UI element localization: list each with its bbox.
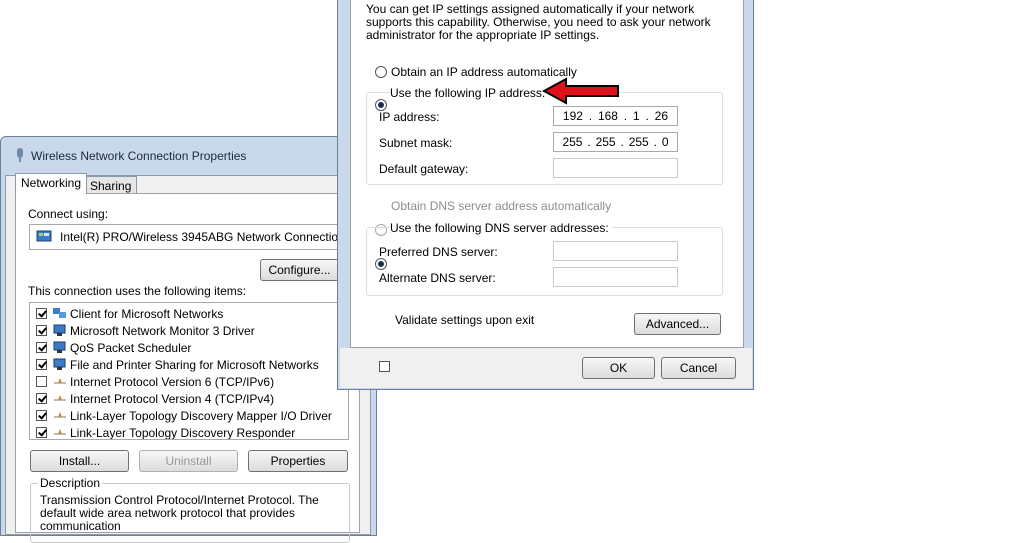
description-label: Description	[38, 476, 103, 490]
install-button[interactable]: Install...	[30, 450, 129, 472]
ip-octet: 192	[562, 109, 583, 123]
item-label: Internet Protocol Version 6 (TCP/IPv6)	[70, 374, 275, 389]
cancel-button[interactable]: Cancel	[661, 357, 736, 379]
alternate-dns-label: Alternate DNS server:	[379, 271, 496, 285]
subnet-mask-label: Subnet mask:	[379, 136, 453, 150]
list-item[interactable]: Internet Protocol Version 4 (TCP/IPv4)	[36, 390, 346, 407]
network-service-icon	[53, 358, 66, 370]
items-label: This connection uses the following items…	[28, 284, 247, 298]
ip-dot: .	[645, 109, 649, 123]
mask-octet: 255	[595, 135, 616, 149]
window-title: Wireless Network Connection Properties	[31, 149, 247, 163]
item-checkbox[interactable]	[36, 393, 47, 404]
default-gateway-input[interactable]	[553, 158, 678, 178]
item-label: Link-Layer Topology Discovery Responder	[70, 425, 296, 440]
item-checkbox[interactable]	[36, 410, 47, 421]
item-checkbox[interactable]	[36, 427, 47, 438]
obtain-dns-auto-label[interactable]: Obtain DNS server address automatically	[391, 199, 611, 213]
adapter-name: Intel(R) PRO/Wireless 3945ABG Network Co…	[60, 230, 345, 244]
ip-dot: .	[588, 109, 593, 123]
network-adapter-icon	[17, 148, 23, 162]
ip-octet: 26	[654, 109, 669, 123]
item-checkbox[interactable]	[36, 376, 47, 387]
validate-label[interactable]: Validate settings upon exit	[395, 313, 534, 327]
use-following-dns-radio[interactable]	[375, 258, 387, 270]
mask-octet: 255	[562, 135, 583, 149]
tab-networking[interactable]: Networking	[15, 173, 88, 194]
item-label: File and Printer Sharing for Microsoft N…	[70, 357, 319, 372]
mask-octet: 255	[628, 135, 649, 149]
protocol-icon	[54, 412, 66, 418]
item-label: QoS Packet Scheduler	[70, 340, 192, 355]
preferred-dns-input[interactable]	[553, 241, 678, 261]
alternate-dns-input[interactable]	[553, 267, 678, 287]
protocol-icon	[54, 429, 66, 435]
use-following-dns-label[interactable]: Use the following DNS server addresses:	[390, 221, 612, 235]
obtain-ip-auto-radio[interactable]	[375, 66, 387, 78]
description-text: Transmission Control Protocol/Internet P…	[40, 493, 319, 533]
ip-address-input[interactable]: 192. 168. 1. 26	[553, 106, 678, 126]
red-arrow-icon	[542, 77, 619, 105]
item-checkbox[interactable]	[36, 308, 47, 319]
item-label: Link-Layer Topology Discovery Mapper I/O…	[70, 408, 332, 423]
validate-checkbox[interactable]	[379, 361, 390, 372]
network-service-icon	[53, 324, 66, 336]
components-list[interactable]: Client for Microsoft Networks Microsoft …	[29, 302, 349, 440]
ok-button[interactable]: OK	[582, 357, 655, 379]
configure-button[interactable]: Configure...	[260, 259, 339, 281]
list-item[interactable]: QoS Packet Scheduler	[36, 339, 346, 356]
list-item[interactable]: Client for Microsoft Networks	[36, 305, 346, 322]
ip-dot: .	[587, 135, 591, 149]
list-item[interactable]: Internet Protocol Version 6 (TCP/IPv6)	[36, 373, 346, 390]
subnet-mask-input[interactable]: 255. 255. 255. 0	[553, 132, 678, 152]
network-card-icon	[36, 230, 52, 242]
ip-octet: 1	[632, 109, 640, 123]
ip-dot: .	[620, 135, 624, 149]
connect-using-label: Connect using:	[28, 207, 109, 221]
use-following-ip-label[interactable]: Use the following IP address:	[390, 86, 549, 100]
advanced-button[interactable]: Advanced...	[634, 313, 721, 335]
list-item[interactable]: File and Printer Sharing for Microsoft N…	[36, 356, 346, 373]
network-client-icon	[53, 308, 66, 318]
uninstall-button[interactable]: Uninstall	[139, 450, 238, 472]
item-label: Client for Microsoft Networks	[70, 306, 224, 321]
list-item[interactable]: Microsoft Network Monitor 3 Driver	[36, 322, 346, 339]
default-gateway-label: Default gateway:	[379, 162, 469, 176]
network-service-icon	[53, 341, 66, 353]
protocol-icon	[54, 378, 66, 384]
ip-octet: 168	[597, 109, 618, 123]
protocol-icon	[54, 395, 66, 401]
list-item[interactable]: Link-Layer Topology Discovery Mapper I/O…	[36, 407, 346, 424]
list-item[interactable]: Link-Layer Topology Discovery Responder	[36, 424, 346, 440]
item-checkbox[interactable]	[36, 325, 47, 336]
ip-address-label: IP address:	[379, 110, 440, 124]
preferred-dns-label: Preferred DNS server:	[379, 245, 498, 259]
item-checkbox[interactable]	[36, 359, 47, 370]
item-label: Microsoft Network Monitor 3 Driver	[70, 323, 255, 338]
item-label: Internet Protocol Version 4 (TCP/IPv4)	[70, 391, 275, 406]
item-checkbox[interactable]	[36, 342, 47, 353]
mask-octet: 0	[661, 135, 669, 149]
properties-button[interactable]: Properties	[248, 450, 348, 472]
ip-dot: .	[623, 109, 628, 123]
intro-text: You can get IP settings assigned automat…	[366, 2, 711, 42]
ip-dot: .	[653, 135, 657, 149]
